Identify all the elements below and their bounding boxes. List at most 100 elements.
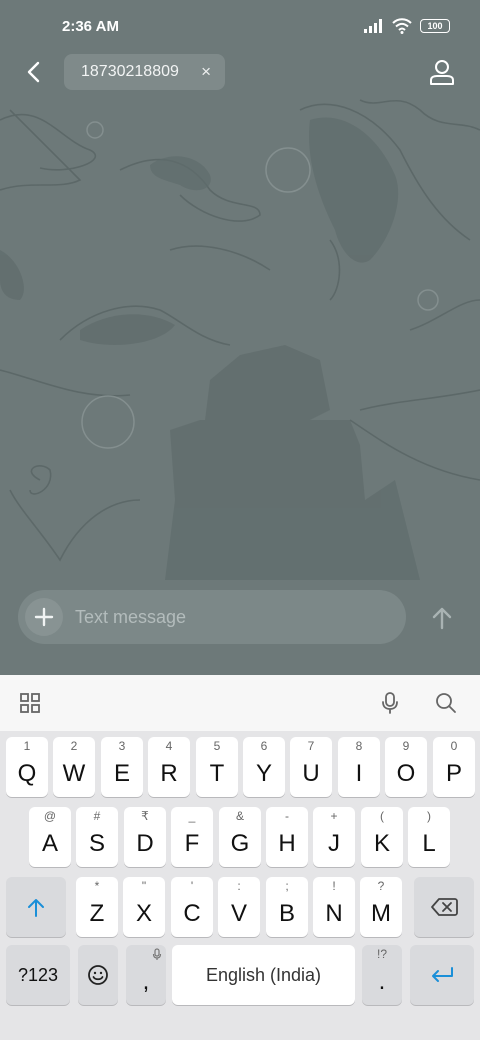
key-l[interactable]: ) L (408, 807, 450, 867)
key-z[interactable]: * Z (76, 877, 118, 937)
symbols-key[interactable]: ?123 (6, 945, 70, 1005)
key-o[interactable]: 9O (385, 737, 427, 797)
key-hint: 0 (450, 739, 458, 753)
space-key[interactable]: English (India) (172, 945, 355, 1005)
key-g[interactable]: & G (219, 807, 261, 867)
back-arrow-icon (27, 61, 40, 83)
key-hint: ; (285, 879, 289, 893)
key-hint: ' (190, 879, 194, 893)
key-hint: 7 (307, 739, 315, 753)
key-label: H (278, 830, 296, 857)
key-label: O (396, 760, 416, 787)
key-hint: 3 (118, 739, 126, 753)
key-label: G (230, 830, 250, 857)
key-label: A (41, 830, 58, 857)
wallpaper-illustration (0, 99, 480, 580)
key-x[interactable]: " X (123, 877, 165, 937)
key-d[interactable]: ₹ D (124, 807, 166, 867)
key-hint: * (94, 879, 100, 893)
period-key-hint: !? (376, 947, 387, 961)
key-label: M (371, 900, 391, 927)
on-screen-keyboard: ?123 , English (India) !? . 1Q2W3E4R5T6Y… (0, 731, 480, 1040)
key-hint: 9 (402, 739, 410, 753)
key-s[interactable]: # S (76, 807, 118, 867)
key-hint: 4 (165, 739, 173, 753)
key-label: K (373, 830, 390, 857)
key-label: Q (17, 760, 37, 787)
key-label: L (422, 830, 436, 857)
key-n[interactable]: ! N (313, 877, 355, 937)
key-label: F (184, 830, 200, 857)
shift-key[interactable] (6, 877, 66, 937)
key-i[interactable]: 8I (338, 737, 380, 797)
keyboard-toolbar (0, 675, 480, 731)
key-j[interactable]: + J (313, 807, 355, 867)
key-e[interactable]: 3E (101, 737, 143, 797)
key-b[interactable]: ; B (266, 877, 308, 937)
period-key-label: . (378, 968, 386, 995)
status-time: 2:36 AM (62, 17, 119, 35)
shift-arrow-icon (28, 899, 44, 917)
key-hint: : (237, 879, 241, 893)
period-key[interactable]: !? . (362, 945, 402, 1005)
add-attachment-button[interactable] (25, 598, 63, 636)
key-k[interactable]: (K (361, 807, 403, 867)
comma-key[interactable]: , (126, 945, 166, 1005)
emoji-key[interactable] (78, 945, 118, 1005)
enter-key[interactable] (410, 945, 474, 1005)
key-hint: " (141, 879, 147, 893)
key-hint: @ (43, 809, 57, 823)
key-label: R (160, 760, 178, 787)
key-hint: 5 (213, 739, 221, 753)
key-t[interactable]: 5T (196, 737, 238, 797)
space-key-label: English (India) (205, 964, 322, 985)
key-label: D (136, 830, 154, 857)
key-h[interactable]: -H (266, 807, 308, 867)
recipient-number: 18730218809 (81, 63, 179, 80)
key-label: S (88, 830, 105, 857)
key-u[interactable]: 7U (290, 737, 332, 797)
mic-hint-icon (152, 948, 162, 960)
key-p[interactable]: 0P (433, 737, 475, 797)
key-label: U (302, 760, 320, 787)
plus-icon (34, 607, 54, 627)
smiley-icon (88, 965, 108, 985)
key-c[interactable]: ' C (171, 877, 213, 937)
comma-key-label: , (142, 968, 150, 995)
key-f[interactable]: _ F (171, 807, 213, 867)
key-hint: - (285, 809, 289, 823)
recipient-chip[interactable]: 18730218809 × (64, 54, 225, 90)
status-icons: 100 (364, 18, 450, 34)
key-w[interactable]: 2W (53, 737, 95, 797)
message-input[interactable] (75, 606, 406, 628)
key-m[interactable]: ? M (360, 877, 402, 937)
remove-recipient-icon[interactable]: × (201, 62, 211, 82)
backspace-icon (431, 898, 458, 916)
key-hint: ) (427, 809, 431, 823)
key-label: P (445, 760, 462, 787)
key-label: X (135, 900, 152, 927)
key-q[interactable]: 1Q (6, 737, 48, 797)
search-icon[interactable] (434, 691, 458, 715)
mic-icon[interactable] (378, 691, 402, 715)
key-label: E (113, 760, 130, 787)
key-label: W (62, 760, 86, 787)
contact-profile-button[interactable] (428, 58, 456, 86)
backspace-key[interactable] (414, 877, 474, 937)
key-hint: ( (380, 809, 384, 823)
back-button[interactable] (20, 58, 46, 86)
key-hint: _ (188, 809, 196, 823)
key-v[interactable]: :V (218, 877, 260, 937)
key-label: T (209, 760, 225, 787)
key-a[interactable]: @ A (29, 807, 71, 867)
send-button[interactable] (426, 602, 458, 634)
key-r[interactable]: 4R (148, 737, 190, 797)
grid-icon[interactable] (18, 691, 42, 715)
key-label: Z (89, 900, 105, 927)
chat-wallpaper (0, 0, 480, 675)
key-label: V (230, 900, 247, 927)
key-hint: ? (377, 879, 385, 893)
status-bar: 2:36 AM 100 (0, 0, 480, 52)
key-y[interactable]: 6Y (243, 737, 285, 797)
person-icon (430, 60, 454, 85)
